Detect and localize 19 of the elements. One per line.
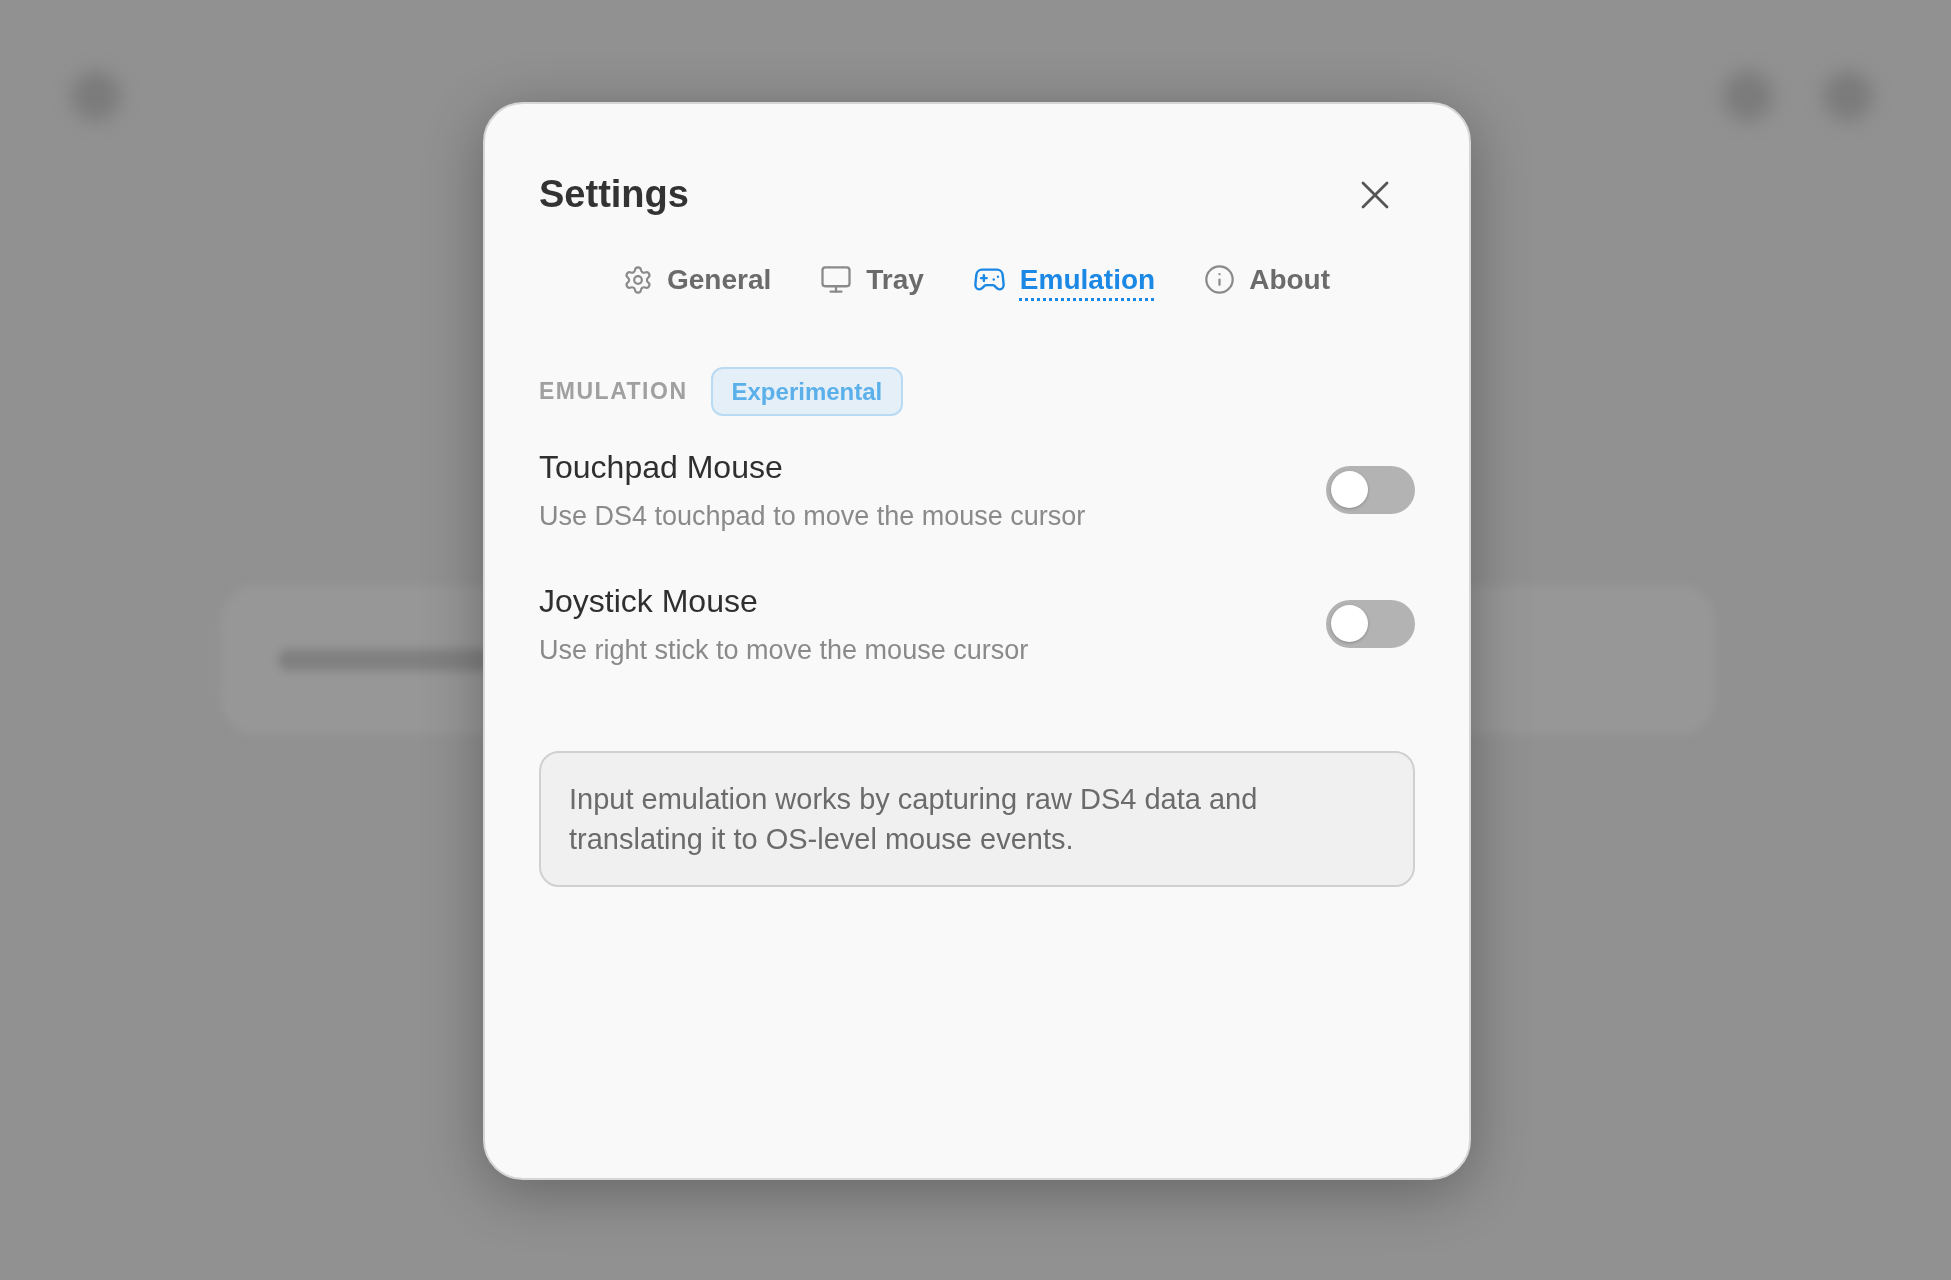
tab[interactable]: About: [1205, 262, 1331, 297]
toggle-switch[interactable]: [1326, 599, 1415, 648]
gamepad-icon: [973, 268, 1005, 292]
info-icon: [1205, 265, 1235, 295]
tab[interactable]: General: [623, 262, 772, 297]
tab[interactable]: Emulation: [973, 262, 1156, 297]
gear-icon: [623, 265, 652, 294]
monitor-icon: [821, 266, 852, 294]
setting-title: Touchpad Mouse: [539, 447, 784, 487]
setting-description: Use right stick to move the mouse cursor: [539, 633, 1029, 667]
label-badge: Experimental: [710, 366, 904, 416]
dialog-title: Settings: [539, 172, 689, 217]
setting-description: Use DS4 touchpad to move the mouse cursor: [539, 499, 1086, 533]
info-note: Input emulation works by capturing raw DS4 data and translating it to OS-level mouse events.: [539, 750, 1415, 887]
setting-title: Joystick Mouse: [539, 581, 759, 621]
close-icon: [1361, 180, 1389, 209]
toggle-switch[interactable]: [1326, 465, 1415, 514]
section-label: EMULATION: [539, 377, 688, 405]
tab[interactable]: Tray: [821, 262, 924, 297]
